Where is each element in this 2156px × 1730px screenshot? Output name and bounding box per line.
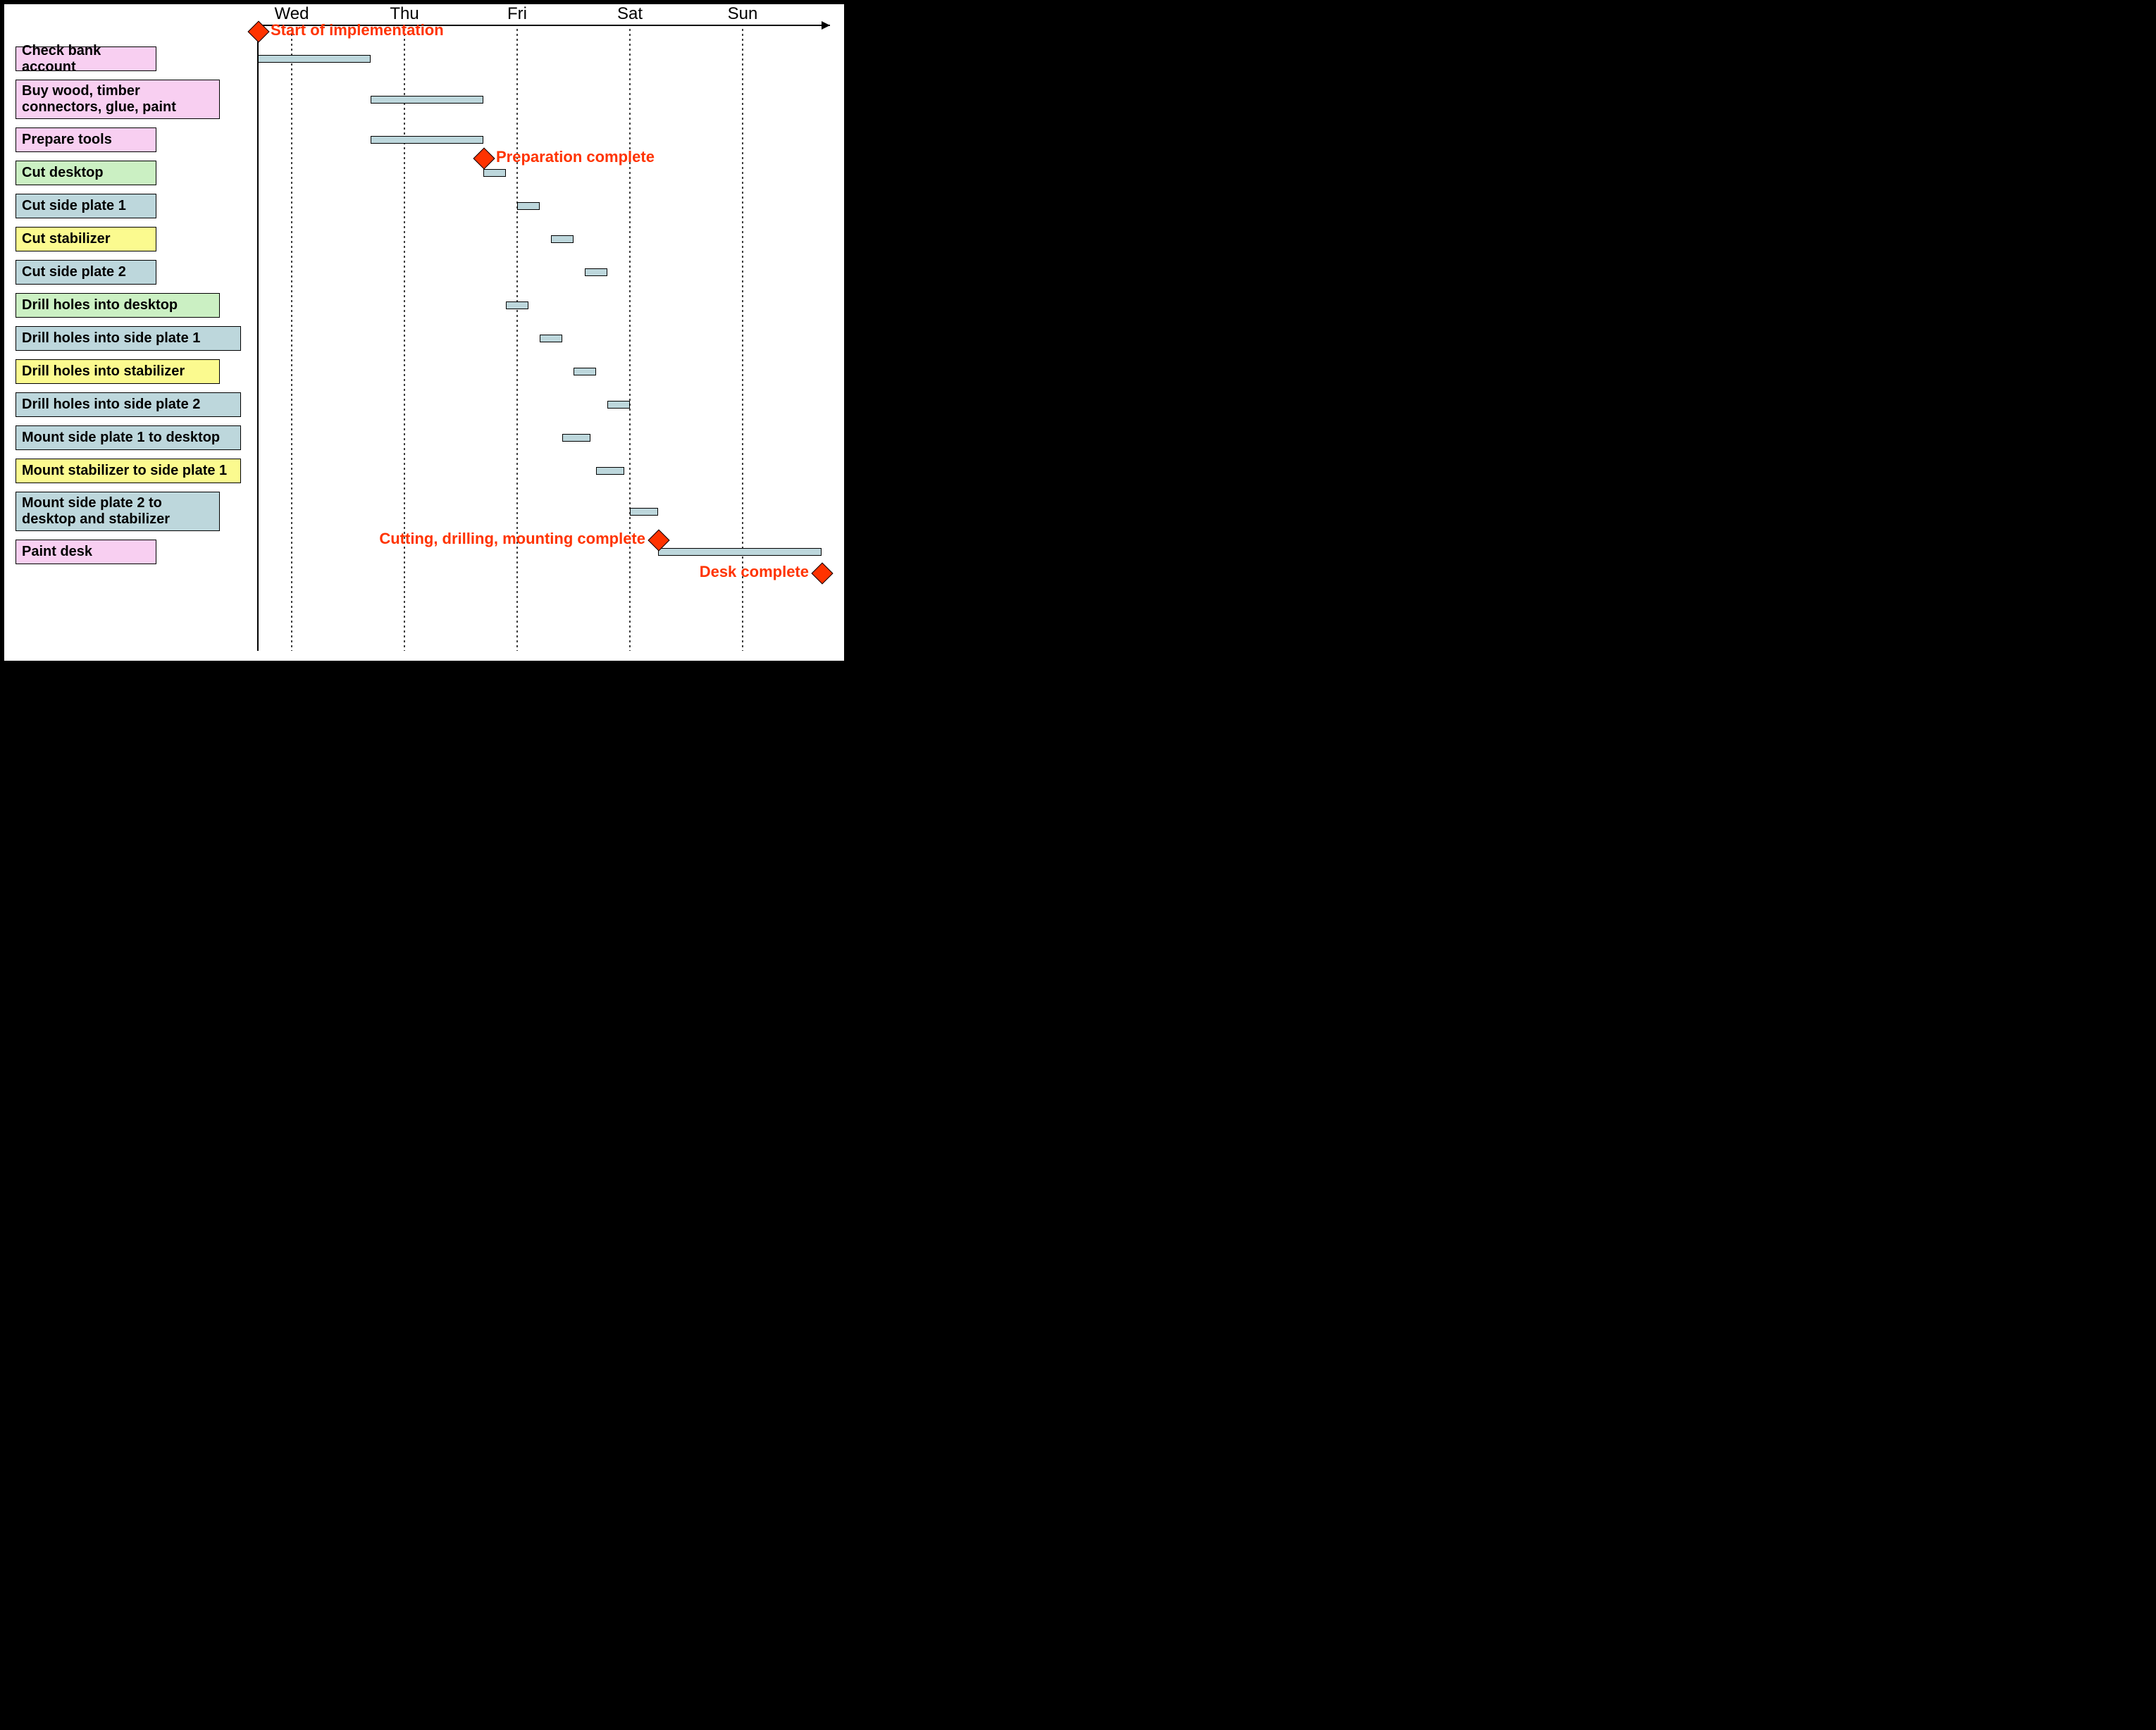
task-label: Cut desktop [16, 161, 156, 185]
task-bar [562, 434, 590, 442]
task-label: Mount side plate 2 to desktop and stabil… [16, 492, 220, 531]
task-bar [596, 467, 624, 475]
day-label: Sun [728, 4, 758, 24]
day-label: Fri [507, 4, 527, 24]
gantt-chart-frame: WedThuFriSatSunCheck bank accountBuy woo… [0, 0, 848, 676]
gantt-chart-canvas: WedThuFriSatSunCheck bank accountBuy woo… [4, 4, 844, 661]
task-label: Drill holes into desktop [16, 293, 220, 318]
task-label: Buy wood, timber connectors, glue, paint [16, 80, 220, 119]
task-bar [574, 368, 596, 375]
task-label: Cut side plate 2 [16, 260, 156, 285]
task-label: Paint desk [16, 540, 156, 564]
task-bar [540, 335, 562, 342]
task-label: Cut stabilizer [16, 227, 156, 251]
task-bar [517, 202, 540, 210]
task-label: Drill holes into stabilizer [16, 359, 220, 384]
task-label: Mount stabilizer to side plate 1 [16, 459, 241, 483]
task-label: Check bank account [16, 46, 156, 71]
milestone-label: Preparation complete [496, 148, 655, 166]
milestone-label: Start of implementation [271, 21, 444, 39]
task-bar [483, 169, 506, 177]
milestone-label: Desk complete [700, 563, 809, 581]
task-label: Cut side plate 1 [16, 194, 156, 218]
task-label: Prepare tools [16, 127, 156, 152]
task-bar [551, 235, 574, 243]
task-bar [607, 401, 630, 409]
task-bar [506, 301, 528, 309]
day-label: Sat [617, 4, 643, 24]
task-bar [371, 96, 483, 104]
task-bar [371, 136, 483, 144]
task-bar [258, 55, 371, 63]
task-bar [630, 508, 658, 516]
task-label: Drill holes into side plate 1 [16, 326, 241, 351]
task-bar [585, 268, 607, 276]
milestone-label: Cutting, drilling, mounting complete [379, 530, 645, 548]
task-bar [658, 548, 822, 556]
axis-arrowhead-icon [822, 21, 830, 30]
task-label: Mount side plate 1 to desktop [16, 425, 241, 450]
task-label: Drill holes into side plate 2 [16, 392, 241, 417]
